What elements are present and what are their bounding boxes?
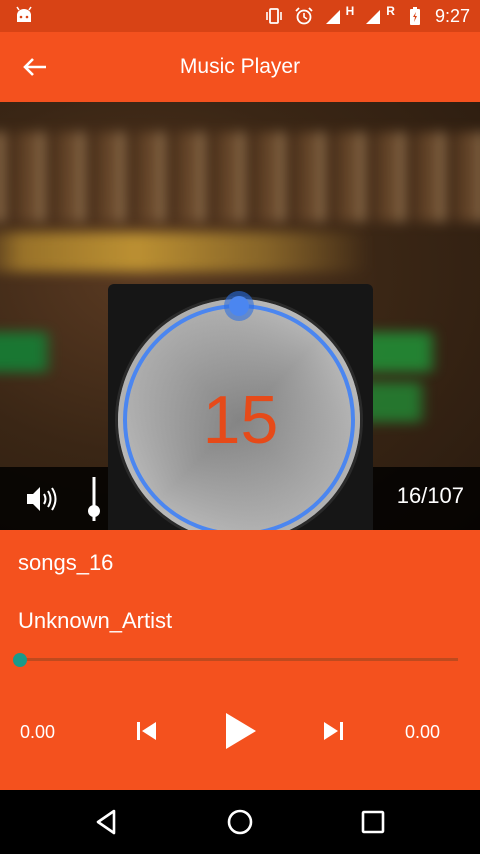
volume-knob-dialog[interactable]: 15: [108, 284, 373, 551]
album-art-texture: [0, 132, 480, 222]
play-icon: [226, 713, 256, 749]
nav-home-button[interactable]: [224, 806, 256, 838]
seek-thumb[interactable]: [13, 653, 27, 667]
page-title: Music Player: [179, 55, 301, 78]
nav-back-button[interactable]: [90, 806, 122, 838]
back-triangle-icon: [96, 809, 116, 835]
skip-next-icon: [324, 722, 343, 740]
back-button[interactable]: [20, 52, 50, 82]
volume-value: 15: [202, 382, 279, 458]
equalizer-slider-icon[interactable]: [84, 475, 104, 523]
app-bar: Music Player: [0, 32, 480, 102]
android-debug-icon: [16, 6, 32, 22]
next-button[interactable]: [320, 718, 346, 744]
arrow-left-icon: [23, 58, 46, 76]
seek-bar[interactable]: [20, 658, 458, 661]
volume-icon[interactable]: [24, 483, 60, 515]
alarm-icon: [294, 7, 313, 25]
now-playing-panel: songs_16 Unknown_Artist 0.00 0.00: [0, 530, 480, 790]
signal-roaming-icon: [366, 10, 381, 24]
signal-icon: [325, 10, 340, 24]
nav-recents-button[interactable]: [357, 806, 389, 838]
skip-previous-icon: [137, 722, 156, 740]
clock: 9:27: [434, 6, 470, 26]
track-position: 16/107: [396, 483, 464, 508]
network-type-r: R: [386, 4, 395, 18]
play-button[interactable]: [220, 710, 260, 752]
system-nav-bar: [0, 790, 480, 854]
elapsed-time: 0.00: [20, 722, 56, 742]
album-art-texture: [0, 232, 480, 272]
total-time: 0.00: [404, 722, 440, 742]
previous-button[interactable]: [134, 718, 160, 744]
vibrate-icon: [265, 8, 282, 24]
status-bar: H R 9:27: [0, 0, 480, 32]
home-circle-icon: [227, 809, 253, 835]
network-type-h: H: [345, 4, 355, 18]
artist-name: Unknown_Artist: [18, 608, 173, 633]
recents-square-icon: [361, 810, 385, 834]
song-title: songs_16: [18, 550, 114, 575]
battery-charging-icon: [409, 7, 420, 25]
